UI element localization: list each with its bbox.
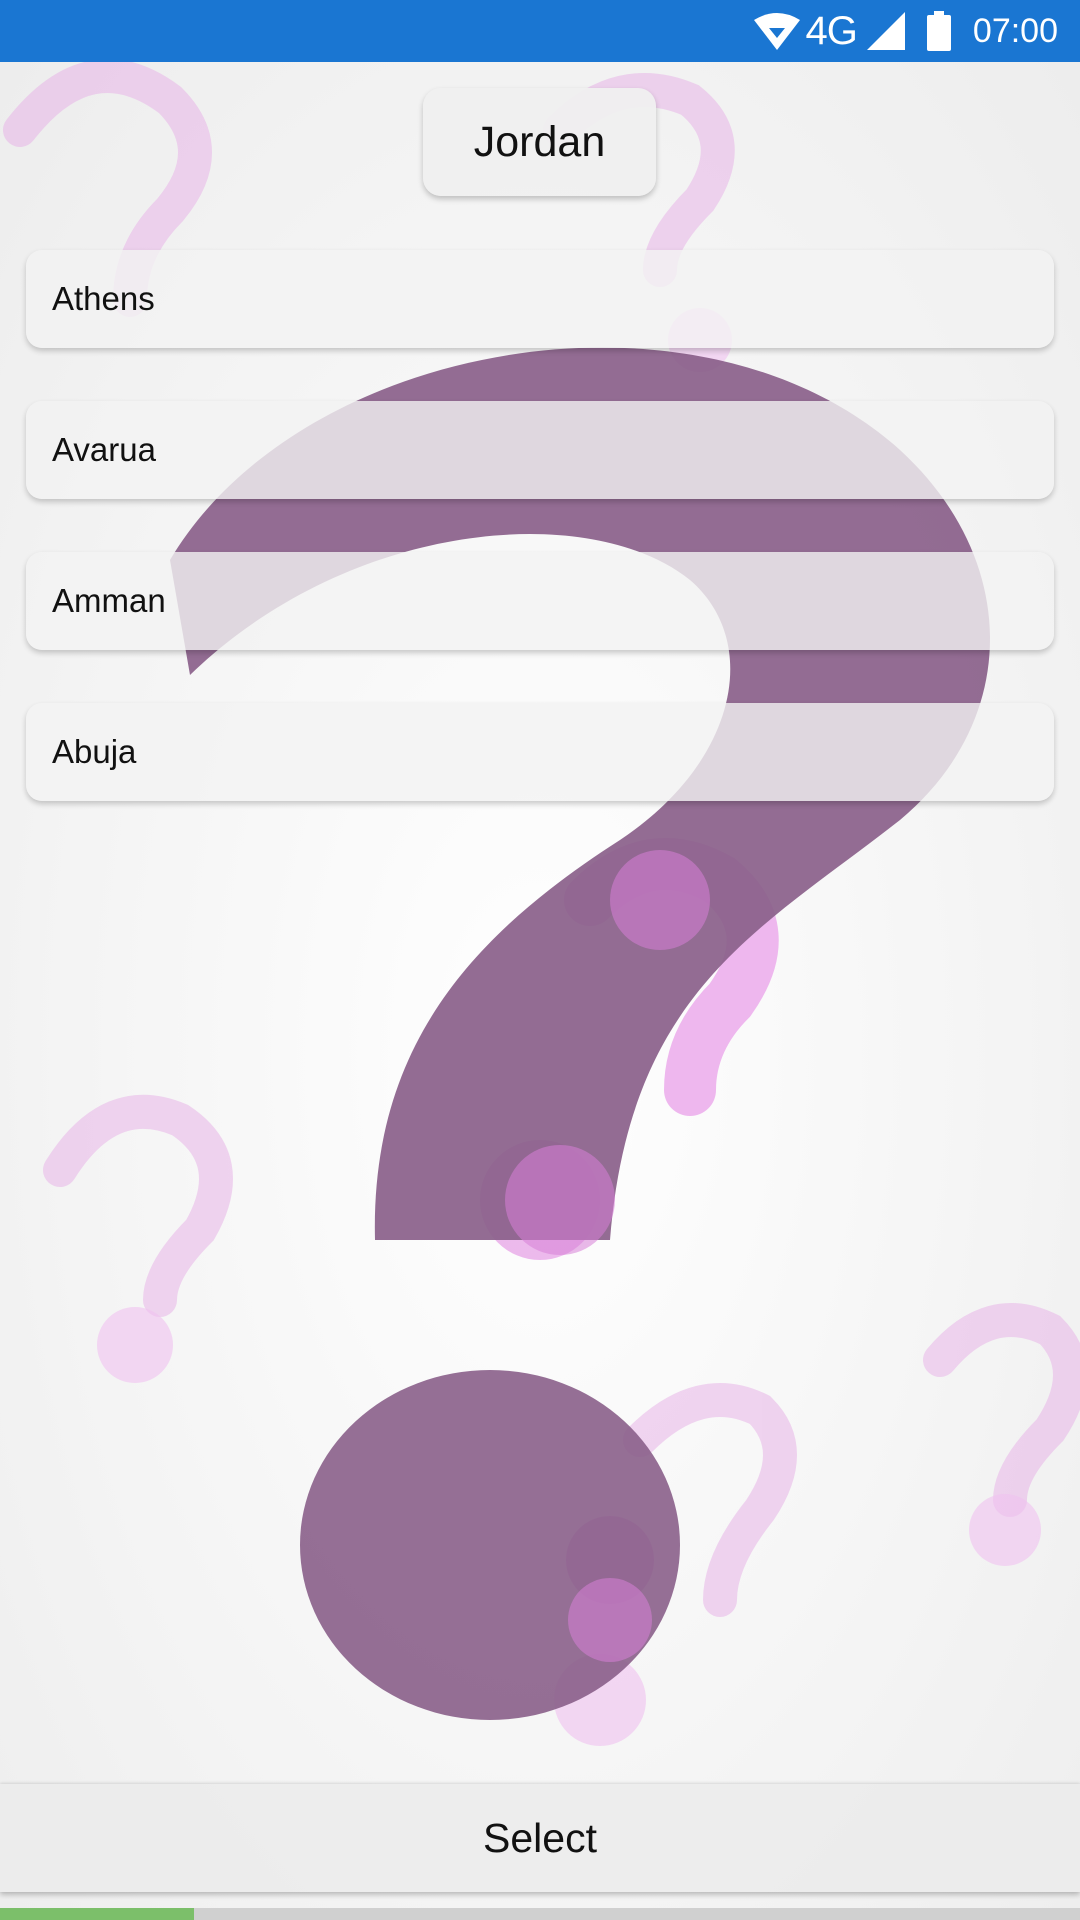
screen: 4G 07:00 Jordan Athens Avarua Amman Abuj… [0,0,1080,1920]
answer-option[interactable]: Avarua [26,401,1054,499]
select-button[interactable]: Select [0,1784,1080,1892]
battery-icon [926,11,951,51]
answer-option-label: Amman [52,582,166,619]
wifi-icon [753,12,800,50]
network-type-label: 4G [805,8,858,53]
status-bar: 4G 07:00 [0,0,1080,62]
progress-bar [0,1908,1080,1920]
question-country-label: Jordan [423,88,656,196]
answer-option-label: Avarua [52,431,156,468]
progress-fill [0,1908,195,1920]
answer-option[interactable]: Athens [26,250,1054,348]
cellular-signal-icon [866,12,905,50]
clock-time: 07:00 [972,11,1058,50]
answer-option[interactable]: Abuja [26,703,1054,801]
answer-option-label: Abuja [52,733,137,770]
answer-option[interactable]: Amman [26,552,1054,650]
answer-option-label: Athens [52,280,155,317]
